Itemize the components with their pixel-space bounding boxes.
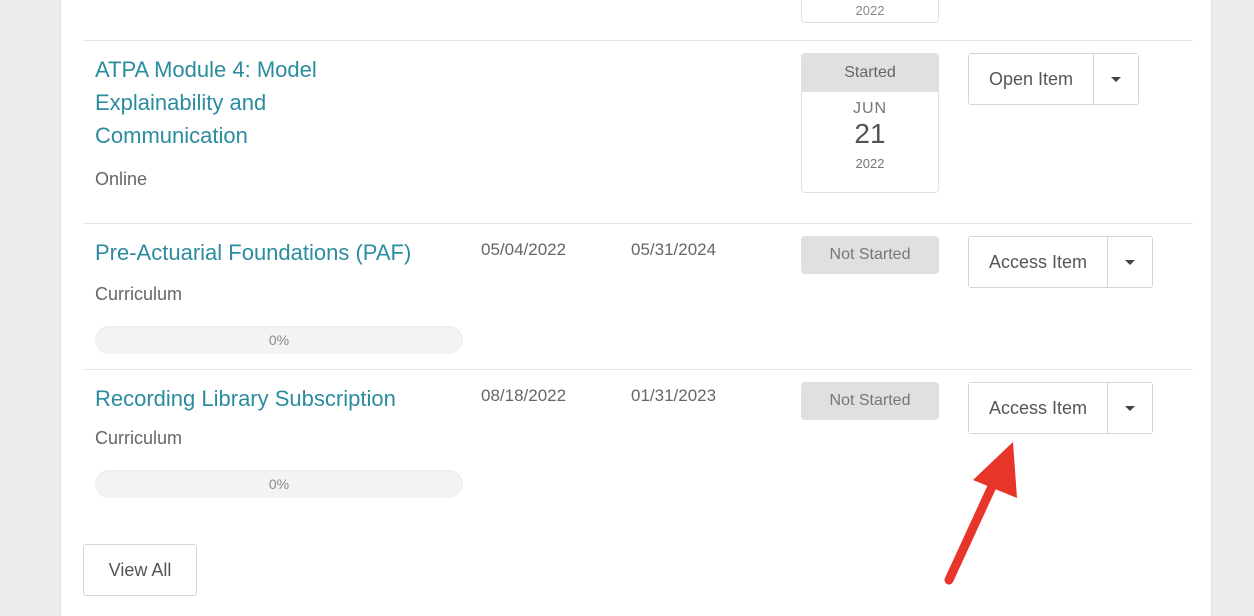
item-action-group: Access Item xyxy=(968,236,1154,288)
progress-label: 0% xyxy=(268,332,290,348)
item-title-link[interactable]: Recording Library Subscription xyxy=(95,382,475,415)
open-item-button[interactable]: Open Item xyxy=(969,54,1095,104)
row-divider-top xyxy=(83,0,1193,41)
progress-bar: 0% xyxy=(95,470,463,498)
item-title-link[interactable]: ATPA Module 4: Model Explainability and … xyxy=(95,53,395,152)
view-all-button[interactable]: View All xyxy=(83,544,197,596)
red-arrow-icon xyxy=(944,442,1017,585)
access-item-button[interactable]: Access Item xyxy=(969,237,1109,287)
progress-label: 0% xyxy=(268,476,290,492)
list-item: Recording Library Subscription Curriculu… xyxy=(83,370,1193,520)
item-action-group: Open Item xyxy=(968,53,1140,105)
item-type: Curriculum xyxy=(95,284,183,304)
caret-down-icon xyxy=(1125,405,1136,411)
item-actions-dropdown[interactable] xyxy=(1108,383,1153,433)
item-title-link[interactable]: Pre-Actuarial Foundations (PAF) xyxy=(95,236,475,269)
list-item: ATPA Module 4: Model Explainability and … xyxy=(83,41,1193,224)
start-date: 08/18/2022 xyxy=(481,386,567,405)
start-date: 05/04/2022 xyxy=(481,240,567,259)
item-action-group: Access Item xyxy=(968,382,1154,434)
item-type: Online xyxy=(95,169,148,189)
progress-bar: 0% xyxy=(95,326,463,354)
date-year: 2022 xyxy=(855,156,885,171)
end-date: 01/31/2023 xyxy=(631,386,717,405)
caret-down-icon xyxy=(1111,76,1122,82)
caret-down-icon xyxy=(1125,259,1136,265)
status-badge: Started xyxy=(802,54,938,92)
access-item-button[interactable]: Access Item xyxy=(969,383,1109,433)
item-type: Curriculum xyxy=(95,428,183,448)
date-month: JUN xyxy=(852,100,888,117)
list-item: Pre-Actuarial Foundations (PAF) Curricul… xyxy=(83,224,1193,370)
learning-panel: 2022 ATPA Module 4: Model Explainability… xyxy=(60,0,1212,616)
item-actions-dropdown[interactable] xyxy=(1108,237,1153,287)
item-actions-dropdown[interactable] xyxy=(1094,54,1139,104)
end-date: 05/31/2024 xyxy=(631,240,717,259)
status-badge: Not Started xyxy=(801,382,939,420)
date-day: 21 xyxy=(854,118,886,149)
status-date-card: Started JUN 21 2022 xyxy=(801,53,939,193)
status-badge: Not Started xyxy=(801,236,939,274)
